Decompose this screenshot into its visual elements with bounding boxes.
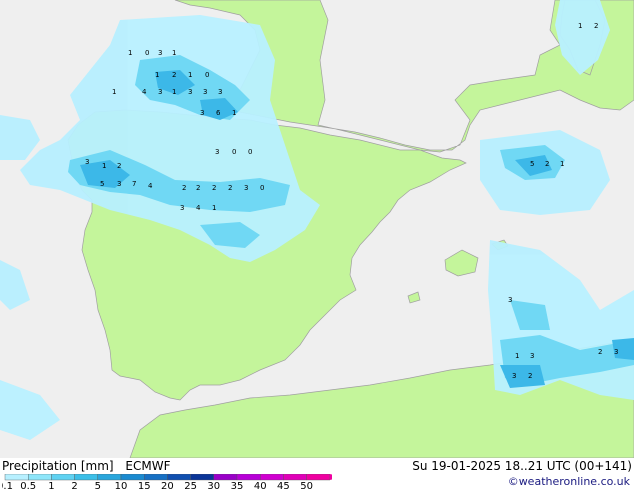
scale-label: 0.5 — [20, 481, 36, 490]
scale-label: 1 — [48, 481, 54, 490]
legend-title-text: Precipitation [mm] — [2, 459, 114, 473]
scale-swatch — [236, 474, 261, 481]
scale-swatch — [306, 474, 331, 481]
scale-label: 15 — [138, 481, 151, 490]
svg-text:2: 2 — [172, 71, 176, 79]
svg-text:3: 3 — [508, 296, 512, 304]
scale-swatch — [190, 474, 215, 481]
svg-text:1: 1 — [212, 204, 216, 212]
svg-text:4: 4 — [196, 204, 201, 212]
svg-text:3: 3 — [614, 348, 618, 356]
svg-text:4: 4 — [148, 182, 153, 190]
scale-swatch — [260, 474, 284, 481]
scale-label: 45 — [277, 481, 290, 490]
svg-text:1: 1 — [578, 22, 582, 30]
svg-text:3: 3 — [188, 88, 192, 96]
svg-text:2: 2 — [182, 184, 186, 192]
scale-label: 25 — [184, 481, 197, 490]
svg-text:1: 1 — [112, 88, 116, 96]
svg-text:2: 2 — [594, 22, 598, 30]
svg-text:3: 3 — [218, 88, 222, 96]
svg-text:3: 3 — [85, 158, 89, 166]
svg-text:3: 3 — [244, 184, 248, 192]
scale-swatch — [74, 474, 98, 481]
svg-text:2: 2 — [528, 372, 532, 380]
svg-text:2: 2 — [117, 162, 121, 170]
svg-text:2: 2 — [196, 184, 200, 192]
scale-swatch — [51, 474, 75, 481]
scale-label: 35 — [231, 481, 244, 490]
scale-label: 0.1 — [2, 481, 13, 490]
svg-text:3: 3 — [203, 88, 207, 96]
svg-text:1: 1 — [102, 162, 106, 170]
scale-label: 5 — [95, 481, 101, 490]
svg-text:5: 5 — [100, 180, 104, 188]
scale-swatch — [4, 474, 29, 481]
credit-link[interactable]: ©weatheronline.co.uk — [508, 475, 630, 488]
scale-swatch — [28, 474, 52, 481]
legend-title: Precipitation [mm] ECMWF — [2, 459, 170, 473]
svg-text:5: 5 — [530, 160, 534, 168]
svg-text:2: 2 — [228, 184, 232, 192]
svg-text:2: 2 — [598, 348, 602, 356]
scale-label: 10 — [115, 481, 128, 490]
svg-text:2: 2 — [212, 184, 216, 192]
scale-label: 40 — [254, 481, 267, 490]
svg-text:1: 1 — [188, 71, 192, 79]
scale-arrow — [329, 474, 332, 480]
scale-swatch — [283, 474, 307, 481]
svg-text:1: 1 — [560, 160, 564, 168]
svg-text:1: 1 — [232, 109, 236, 117]
precipitation-map: 1 0 3 1 1 2 1 0 1 4 3 1 3 3 3 3 6 1 3 1 2 5 3 7 4 2 2 2 2 3 0 3 4… — [0, 0, 634, 458]
color-scale: 0.10.5125101520253035404550 — [2, 474, 332, 490]
run-info: Su 19-01-2025 18..21 UTC (00+141) — [412, 459, 632, 473]
scale-label: 30 — [207, 481, 220, 490]
svg-text:6: 6 — [216, 109, 221, 117]
svg-text:1: 1 — [172, 49, 176, 57]
svg-text:3: 3 — [200, 109, 204, 117]
svg-text:3: 3 — [530, 352, 534, 360]
svg-text:0: 0 — [232, 148, 236, 156]
svg-text:1: 1 — [515, 352, 519, 360]
model-name: ECMWF — [125, 459, 171, 473]
svg-text:3: 3 — [158, 49, 162, 57]
svg-text:1: 1 — [172, 88, 176, 96]
scale-swatch — [143, 474, 168, 481]
svg-text:0: 0 — [205, 71, 209, 79]
svg-text:1: 1 — [155, 71, 159, 79]
scale-swatch — [120, 474, 145, 481]
svg-text:3: 3 — [512, 372, 516, 380]
scale-swatch — [167, 474, 191, 481]
svg-text:3: 3 — [158, 88, 162, 96]
scale-label: 2 — [71, 481, 77, 490]
svg-text:7: 7 — [132, 180, 136, 188]
svg-text:1: 1 — [128, 49, 132, 57]
svg-text:0: 0 — [248, 148, 252, 156]
svg-text:4: 4 — [142, 88, 147, 96]
svg-text:0: 0 — [260, 184, 264, 192]
scale-label: 20 — [161, 481, 174, 490]
svg-text:3: 3 — [117, 180, 121, 188]
svg-text:3: 3 — [215, 148, 219, 156]
svg-text:3: 3 — [180, 204, 184, 212]
scale-swatch — [97, 474, 122, 481]
svg-text:2: 2 — [545, 160, 549, 168]
svg-text:0: 0 — [145, 49, 149, 57]
scale-label: 50 — [300, 481, 313, 490]
scale-swatch — [213, 474, 238, 481]
